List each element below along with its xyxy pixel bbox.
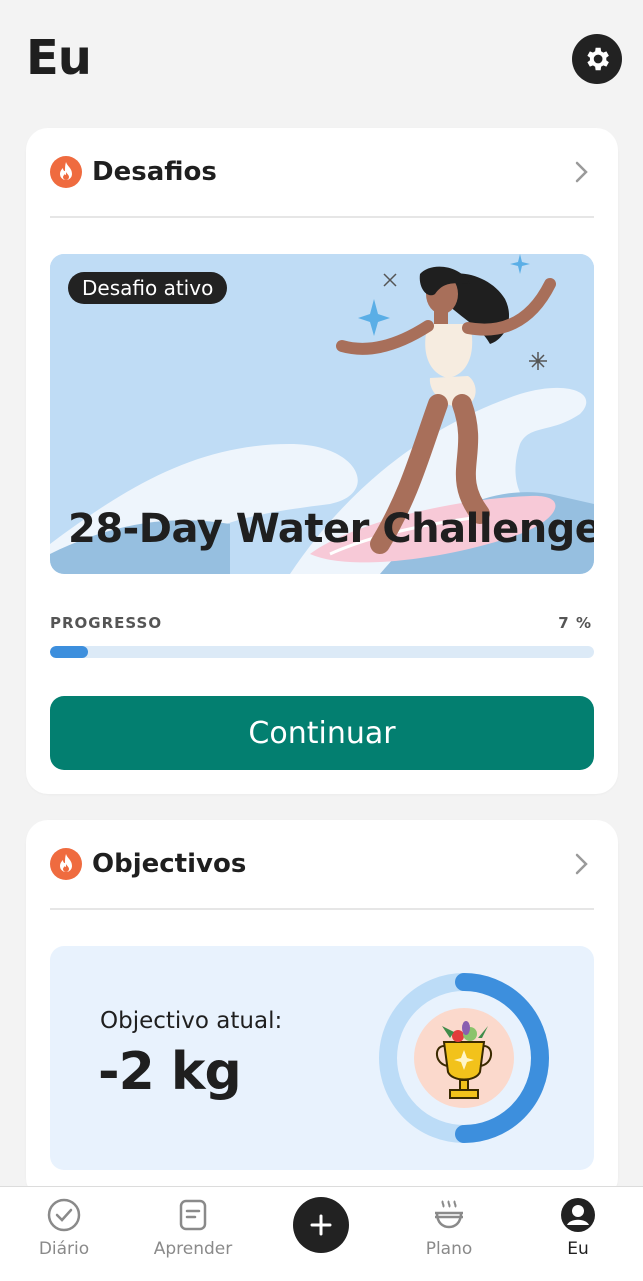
- challenge-banner[interactable]: Desafio ativo 28-Day Water Challenge: [50, 254, 594, 574]
- challenges-header[interactable]: Desafios: [50, 128, 594, 218]
- goal-progress-ring: [379, 973, 549, 1143]
- settings-button[interactable]: [572, 34, 622, 84]
- goals-card: Objectivos Objectivo atual: -2 kg: [26, 820, 618, 1200]
- document-icon: [179, 1199, 207, 1231]
- chevron-right-icon[interactable]: [570, 852, 594, 876]
- flame-icon: [50, 156, 82, 188]
- challenges-card: Desafios Desafio ativo 28-Day Water Chal…: [26, 128, 618, 794]
- active-challenge-badge: Desafio ativo: [68, 272, 228, 304]
- profile-icon: [561, 1198, 595, 1232]
- goals-title: Objectivos: [92, 849, 247, 879]
- gear-icon: [587, 47, 609, 71]
- progress-fill: [50, 646, 89, 658]
- tab-plano[interactable]: Plano: [394, 1197, 504, 1259]
- progress-label: PROGRESSO: [50, 614, 163, 632]
- progress-percent: 7 %: [558, 614, 592, 632]
- page-title: Eu: [26, 30, 92, 86]
- tab-aprender[interactable]: Aprender: [138, 1197, 248, 1259]
- progress-bar: [50, 646, 594, 658]
- tab-diario[interactable]: Diário: [9, 1197, 119, 1259]
- tab-label: Aprender: [153, 1239, 233, 1259]
- challenges-title: Desafios: [92, 157, 217, 187]
- chevron-right-icon[interactable]: [570, 160, 594, 184]
- goals-header[interactable]: Objectivos: [50, 820, 594, 910]
- continue-button[interactable]: Continuar: [50, 696, 594, 770]
- current-goal-value: -2 kg: [98, 1042, 242, 1102]
- plus-icon: [310, 1214, 332, 1236]
- challenge-title: 28-Day Water Challenge: [68, 506, 594, 552]
- tab-label: Plano: [425, 1239, 473, 1259]
- bowl-icon: [435, 1200, 463, 1229]
- add-button[interactable]: [293, 1197, 349, 1253]
- tab-label: Eu: [567, 1239, 589, 1259]
- flame-icon: [50, 848, 82, 880]
- tab-eu[interactable]: Eu: [523, 1197, 633, 1259]
- current-goal-label: Objectivo atual:: [100, 1008, 283, 1034]
- current-goal-panel[interactable]: Objectivo atual: -2 kg: [50, 946, 594, 1170]
- bottom-tab-bar: Diário Aprender Plano Eu: [0, 1186, 643, 1281]
- tab-label: Diário: [38, 1239, 90, 1259]
- check-circle-icon: [47, 1198, 81, 1232]
